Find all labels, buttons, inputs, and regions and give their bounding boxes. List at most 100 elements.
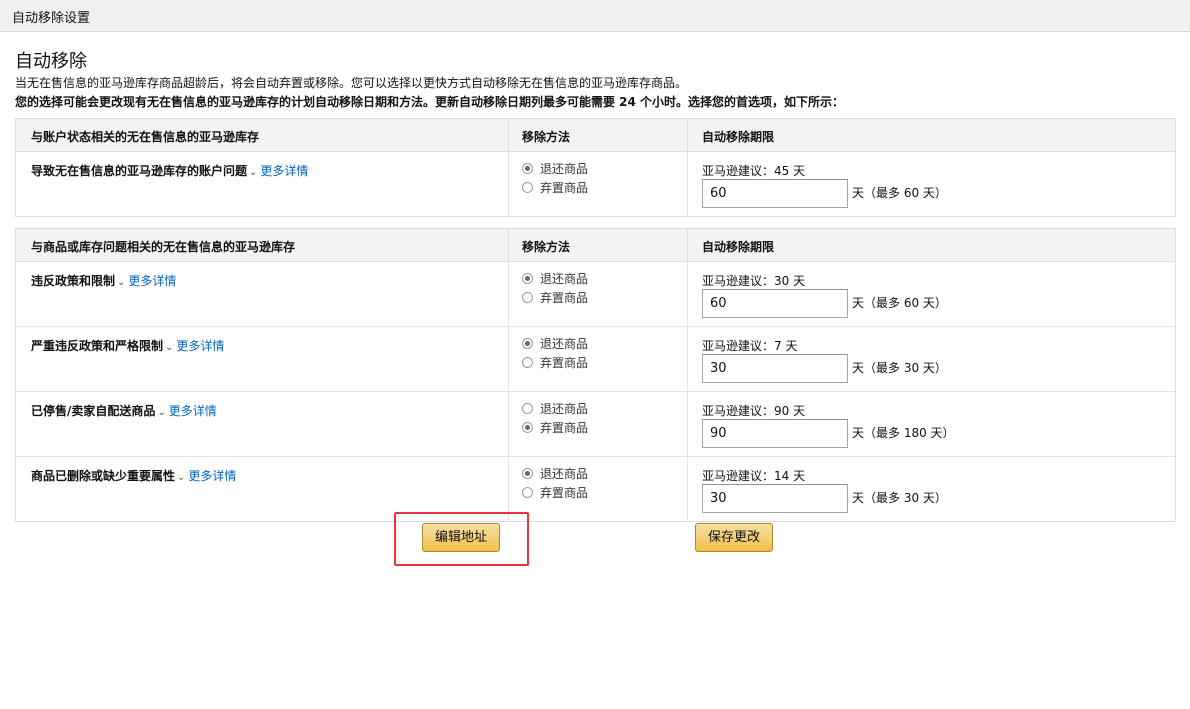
radio-button-icon[interactable] xyxy=(522,422,533,433)
row-label-cell: 严重违反政策和严格限制 ⌄ 更多详情 xyxy=(16,327,508,391)
removal-method-cell: 退还商品 弃置商品 xyxy=(508,457,687,521)
return-radio-label: 退还商品 xyxy=(540,337,589,351)
section-title: 自动移除 xyxy=(15,51,87,72)
row-title: 已停售/卖家自配送商品 xyxy=(31,404,156,418)
table-header: 与账户状态相关的无在售信息的亚马逊库存 移除方法 自动移除期限 xyxy=(16,119,1175,152)
header-removal-period: 自动移除期限 xyxy=(687,229,1175,261)
removal-method-cell: 退还商品 弃置商品 xyxy=(508,262,687,326)
removal-period-cell: 亚马逊建议：90 天天（最多 180 天） xyxy=(687,392,1175,456)
row-label: 导致无在售信息的亚马逊库存的账户问题 ⌄ 更多详情 xyxy=(31,162,308,179)
row-title: 违反政策和限制 xyxy=(31,274,116,288)
more-details-link[interactable]: 更多详情 xyxy=(128,274,176,288)
removal-period-cell: 亚马逊建议：14 天天（最多 30 天） xyxy=(687,457,1175,521)
dispose-radio[interactable]: 弃置商品 xyxy=(522,178,588,197)
dispose-radio-label: 弃置商品 xyxy=(540,486,589,500)
header-removal-method: 移除方法 xyxy=(508,119,687,151)
table-row: 商品已删除或缺少重要属性⌄更多详情退还商品弃置商品亚马逊建议：14 天天（最多 … xyxy=(16,456,1175,521)
description-text: 当无在售信息的亚马逊库存商品超龄后，将会自动弃置或移除。您可以选择以更快方式自动… xyxy=(15,76,688,90)
row-label-cell: 导致无在售信息的亚马逊库存的账户问题 ⌄ 更多详情 xyxy=(16,152,508,216)
return-radio-label: 退还商品 xyxy=(540,162,589,176)
radio-button-icon[interactable] xyxy=(522,163,533,174)
return-radio[interactable]: 退还商品 xyxy=(522,399,588,418)
removal-method-cell: 退还商品 弃置商品 xyxy=(508,327,687,391)
dispose-radio-label: 弃置商品 xyxy=(540,181,589,195)
removal-period-cell: 亚马逊建议：45 天天（最多 60 天） xyxy=(687,152,1175,216)
radio-button-icon[interactable] xyxy=(522,182,533,193)
dispose-radio-label: 弃置商品 xyxy=(540,291,589,305)
table-row: 导致无在售信息的亚马逊库存的账户问题 ⌄ 更多详情 退还商品 弃置商品 亚马逊建议：45 … xyxy=(16,152,1175,216)
removal-method-cell: 退还商品弃置商品 xyxy=(508,392,687,456)
row-title: 商品已删除或缺少重要属性 xyxy=(31,469,176,483)
dispose-radio[interactable]: 弃置商品 xyxy=(522,418,588,437)
row-title: 导致无在售信息的亚马逊库存的账户问题 xyxy=(31,164,248,178)
radio-button-icon[interactable] xyxy=(522,468,533,479)
dispose-radio-label: 弃置商品 xyxy=(540,356,589,370)
max-days-text: 天（最多 30 天） xyxy=(852,361,947,375)
save-changes-button[interactable]: 保存更改 xyxy=(695,523,774,552)
notice-text: 您的选择可能会更改现有无在售信息的亚马逊库存的计划自动移除日期和方法。更新自动移… xyxy=(15,95,845,109)
chevron-down-icon[interactable]: ⌄ xyxy=(177,472,185,483)
row-label: 严重违反政策和严格限制 ⌄ 更多详情 xyxy=(31,337,224,354)
radio-button-icon[interactable] xyxy=(522,403,533,414)
chevron-down-icon[interactable]: ⌄ xyxy=(249,167,257,178)
amazon-recommendation: 亚马逊建议：30 天 xyxy=(702,274,806,288)
dispose-radio[interactable]: 弃置商品 xyxy=(522,483,588,502)
return-radio[interactable]: 退还商品 xyxy=(522,334,588,353)
max-days-text: 天（最多 60 天） xyxy=(852,186,947,200)
dispose-radio[interactable]: 弃置商品 xyxy=(522,353,588,372)
days-input[interactable] xyxy=(702,289,848,318)
return-radio[interactable]: 退还商品 xyxy=(522,159,588,178)
header-removal-period: 自动移除期限 xyxy=(687,119,1175,151)
table-row: 严重违反政策和严格限制⌄更多详情退还商品弃置商品亚马逊建议：7 天天（最多 30… xyxy=(16,326,1175,391)
amazon-recommendation: 亚马逊建议：90 天 xyxy=(702,404,806,418)
amazon-recommendation: 亚马逊建议：14 天 xyxy=(702,469,806,483)
row-label: 商品已删除或缺少重要属性 ⌄ 更多详情 xyxy=(31,467,236,484)
more-details-link[interactable]: 更多详情 xyxy=(260,164,308,178)
header-removal-method: 移除方法 xyxy=(508,229,687,261)
dispose-radio-label: 弃置商品 xyxy=(540,421,589,435)
dispose-radio[interactable]: 弃置商品 xyxy=(522,288,588,307)
radio-button-icon[interactable] xyxy=(522,338,533,349)
amazon-recommendation: 亚马逊建议：7 天 xyxy=(702,339,798,353)
removal-period-cell: 亚马逊建议：30 天天（最多 60 天） xyxy=(687,262,1175,326)
days-input[interactable] xyxy=(702,419,848,448)
more-details-link[interactable]: 更多详情 xyxy=(169,404,217,418)
window-title: 自动移除设置 xyxy=(12,11,91,26)
removal-period-cell: 亚马逊建议：7 天天（最多 30 天） xyxy=(687,327,1175,391)
table-row: 已停售/卖家自配送商品⌄更多详情退还商品弃置商品亚马逊建议：90 天天（最多 1… xyxy=(16,391,1175,456)
account-status-table: 与账户状态相关的无在售信息的亚马逊库存 移除方法 自动移除期限 导致无在售信息的… xyxy=(15,118,1176,217)
radio-button-icon[interactable] xyxy=(522,273,533,284)
radio-button-icon[interactable] xyxy=(522,487,533,498)
table-header: 与商品或库存问题相关的无在售信息的亚马逊库存 移除方法 自动移除期限 xyxy=(16,229,1175,262)
return-radio-label: 退还商品 xyxy=(540,467,589,481)
return-radio[interactable]: 退还商品 xyxy=(522,464,588,483)
chevron-down-icon[interactable]: ⌄ xyxy=(165,342,173,353)
max-days-text: 天（最多 60 天） xyxy=(852,296,947,310)
row-label: 违反政策和限制 ⌄ 更多详情 xyxy=(31,272,176,289)
radio-button-icon[interactable] xyxy=(522,292,533,303)
more-details-link[interactable]: 更多详情 xyxy=(176,339,224,353)
table-row: 违反政策和限制⌄更多详情退还商品弃置商品亚马逊建议：30 天天（最多 60 天） xyxy=(16,262,1175,326)
chevron-down-icon[interactable]: ⌄ xyxy=(157,407,165,418)
chevron-down-icon[interactable]: ⌄ xyxy=(117,277,125,288)
return-radio-label: 退还商品 xyxy=(540,272,589,286)
row-label: 已停售/卖家自配送商品 ⌄ 更多详情 xyxy=(31,402,217,419)
return-radio[interactable]: 退还商品 xyxy=(522,269,588,288)
amazon-recommendation: 亚马逊建议：45 天 xyxy=(702,164,806,178)
header-inventory-type: 与账户状态相关的无在售信息的亚马逊库存 xyxy=(31,130,260,144)
removal-method-cell: 退还商品 弃置商品 xyxy=(508,152,687,216)
max-days-text: 天（最多 30 天） xyxy=(852,491,947,505)
row-label-cell: 已停售/卖家自配送商品 ⌄ 更多详情 xyxy=(16,392,508,456)
row-label-cell: 违反政策和限制 ⌄ 更多详情 xyxy=(16,262,508,326)
days-input[interactable] xyxy=(702,354,848,383)
days-input[interactable] xyxy=(702,179,848,208)
header-inventory-type: 与商品或库存问题相关的无在售信息的亚马逊库存 xyxy=(31,240,296,254)
row-title: 严重违反政策和严格限制 xyxy=(31,339,164,353)
product-issue-table: 与商品或库存问题相关的无在售信息的亚马逊库存 移除方法 自动移除期限 违反政策和… xyxy=(15,228,1176,522)
more-details-link[interactable]: 更多详情 xyxy=(188,469,236,483)
window-title-bar: 自动移除设置 xyxy=(0,0,1190,32)
radio-button-icon[interactable] xyxy=(522,357,533,368)
days-input[interactable] xyxy=(702,484,848,513)
edit-address-button[interactable]: 编辑地址 xyxy=(422,523,501,552)
max-days-text: 天（最多 180 天） xyxy=(852,426,955,440)
